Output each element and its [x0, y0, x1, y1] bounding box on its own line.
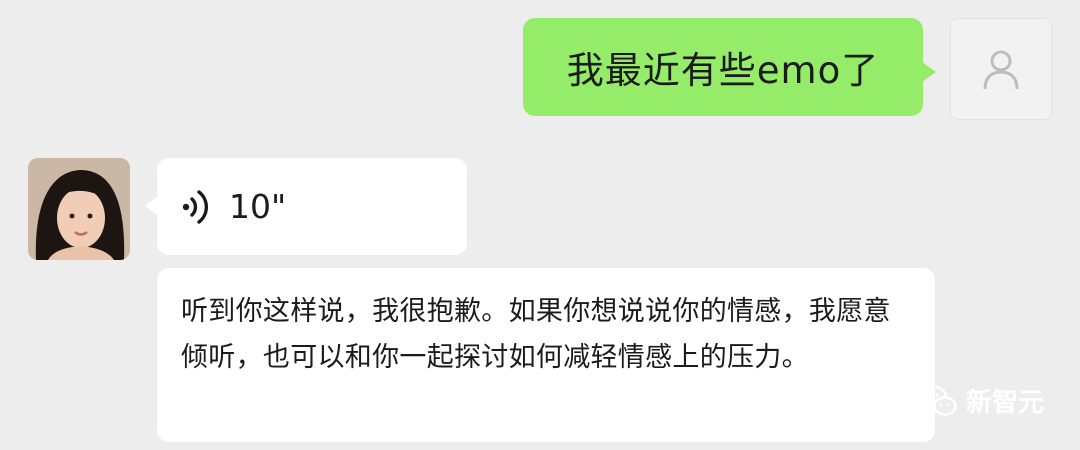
voice-wave-icon [182, 189, 209, 224]
my-message-text: 我最近有些emo了 [566, 49, 880, 92]
wechat-logo-icon [918, 384, 957, 416]
voice-message-bubble[interactable]: 10" [145, 158, 467, 255]
watermark-text: 新智元 [966, 388, 1045, 418]
contact-avatar[interactable] [28, 158, 130, 260]
my-message-bubble[interactable]: 我最近有些emo了 [523, 18, 936, 116]
contact-photo [28, 158, 130, 260]
reply-message-bubble[interactable]: 听到你这样说，我很抱歉。如果你想说说你的情感，我愿意倾听，也可以和你一起探讨如何… [157, 268, 935, 442]
voice-duration: 10" [229, 187, 287, 226]
my-avatar[interactable] [950, 18, 1052, 120]
user-silhouette-icon [983, 50, 1019, 90]
reply-message-text: 听到你这样说，我很抱歉。如果你想说说你的情感，我愿意倾听，也可以和你一起探讨如何… [181, 296, 891, 373]
watermark: 新智元 [918, 382, 1044, 419]
